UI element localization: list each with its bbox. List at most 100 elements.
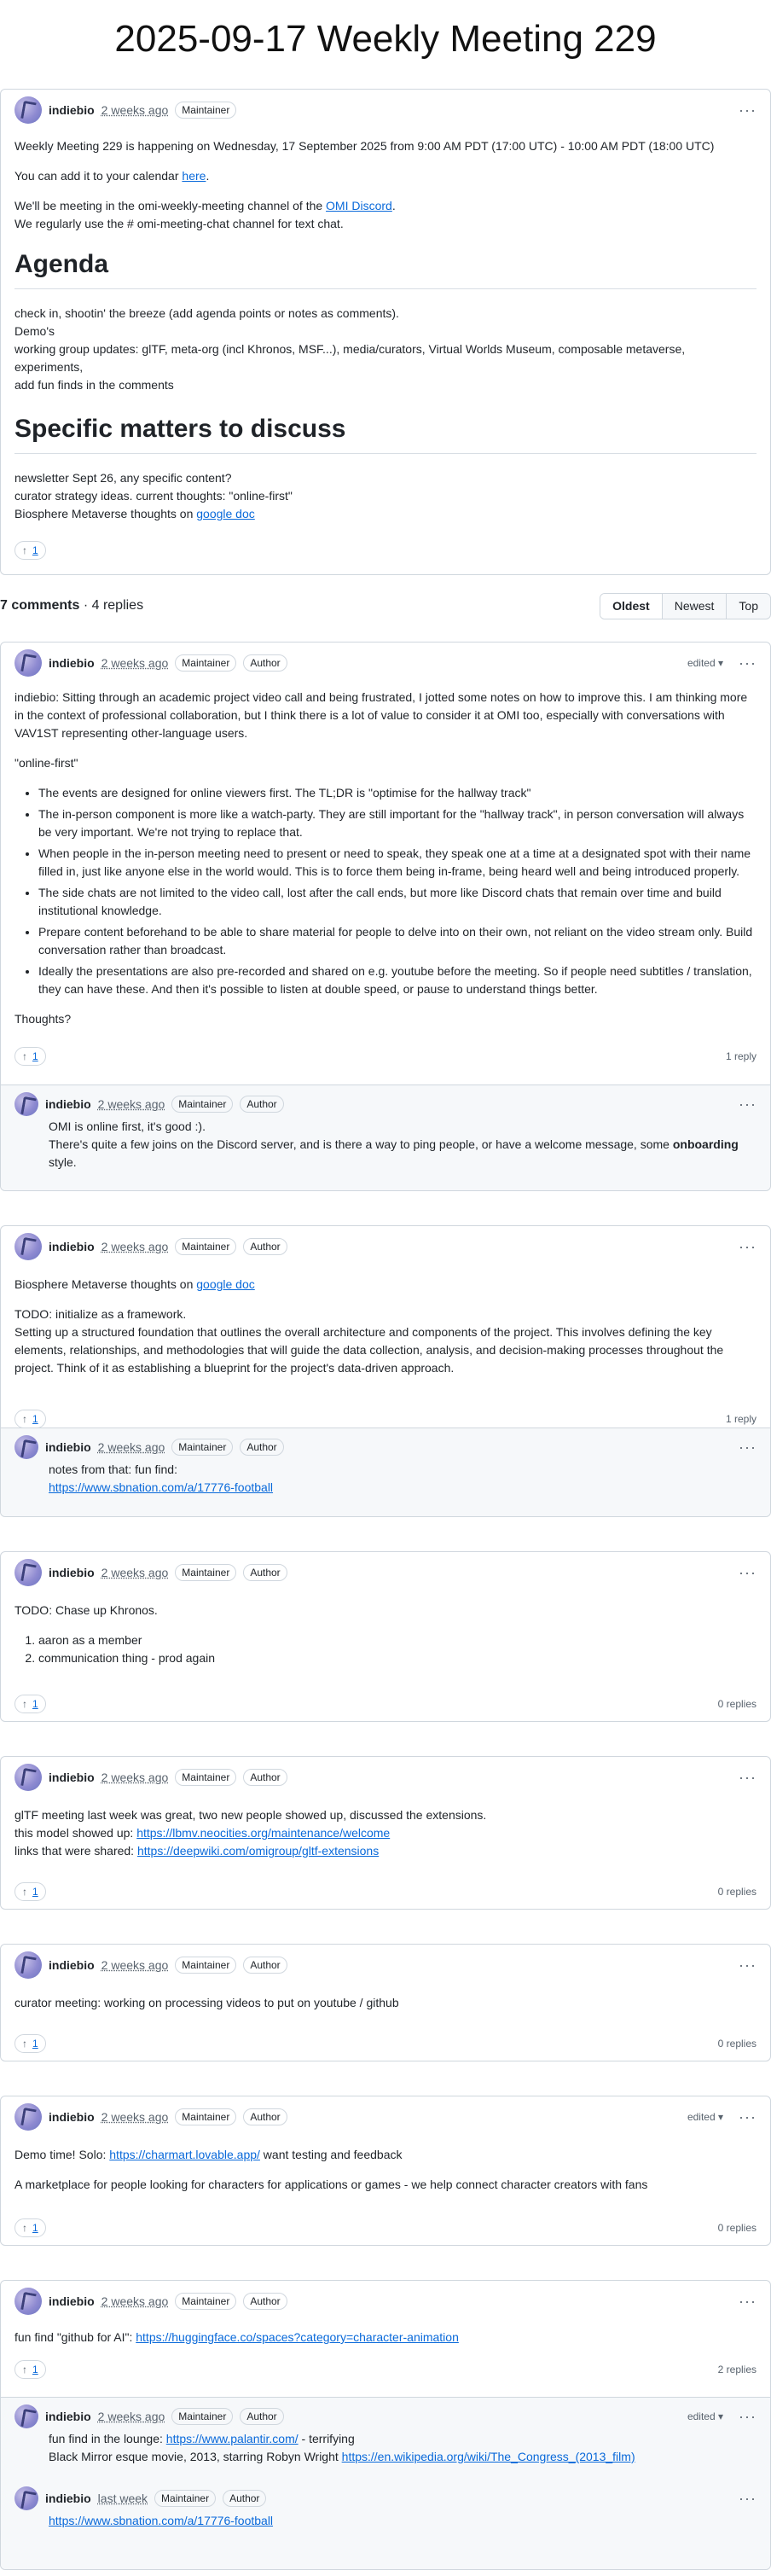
comments-header: 7 comments · 4 replies Oldest Newest Top [0,589,771,623]
timestamp-link[interactable]: 2 weeks ago [101,2108,169,2126]
reply-count: · 4 replies [79,598,144,613]
author-name[interactable]: indiebio [45,1096,91,1114]
timestamp-link[interactable]: 2 weeks ago [101,1238,169,1256]
agenda-list: check in, shootin' the breeze (add agend… [14,305,757,394]
author-name[interactable]: indiebio [45,2490,91,2508]
author-name[interactable]: indiebio [49,1769,95,1787]
charmart-link[interactable]: https://charmart.lovable.app/ [109,2148,260,2161]
author-badge: Author [243,1769,287,1786]
upvote-button[interactable]: ↑ 1 [14,1882,46,1901]
avatar[interactable] [14,649,42,677]
timestamp-link[interactable]: 2 weeks ago [98,1439,165,1457]
more-options-icon[interactable]: ··· [739,1766,757,1789]
avatar[interactable] [14,1764,42,1791]
edited-dropdown[interactable]: edited ▾ [687,655,723,671]
timestamp-link[interactable]: 2 weeks ago [101,102,169,119]
arrow-up-icon: ↑ [22,1698,27,1710]
author-name[interactable]: indiebio [49,1957,95,1974]
more-options-icon[interactable]: ··· [739,2290,757,2313]
google-doc-link[interactable]: google doc [196,1277,255,1291]
sbnation-link[interactable]: https://www.sbnation.com/a/17776-footbal… [49,1480,273,1494]
timestamp-link[interactable]: 2 weeks ago [101,1769,169,1787]
comment-text: TODO: Chase up Khronos. [14,1603,158,1617]
calendar-link[interactable]: here [182,169,206,183]
more-options-icon[interactable]: ··· [739,99,757,122]
sort-top[interactable]: Top [726,593,770,619]
palantir-link[interactable]: https://www.palantir.com/ [166,2432,299,2445]
comment: indiebio 2 weeks ago Maintainer Author ·… [0,1944,771,2061]
more-options-icon[interactable]: ··· [739,1093,757,1116]
bullet-list: The events are designed for online viewe… [14,784,757,998]
author-name[interactable]: indiebio [49,102,95,119]
more-options-icon[interactable]: ··· [739,1236,757,1259]
upvote-button[interactable]: ↑ 1 [14,1047,46,1066]
timestamp-link[interactable]: 2 weeks ago [98,1096,165,1114]
upvote-button[interactable]: ↑ 1 [14,2034,46,2053]
reply-count: 0 replies [717,1698,757,1710]
avatar[interactable] [14,1233,42,1260]
avatar[interactable] [14,2288,42,2315]
maintainer-badge: Maintainer [175,2108,237,2125]
arrow-up-icon: ↑ [22,544,27,556]
reply-text: notes from that: fun find: https://www.s… [49,1462,274,1494]
avatar[interactable] [14,96,42,124]
avatar[interactable] [14,2404,38,2428]
agenda-heading: Agenda [14,245,757,289]
huggingface-link[interactable]: https://huggingface.co/spaces?category=c… [136,2330,459,2344]
wikipedia-link[interactable]: https://en.wikipedia.org/wiki/The_Congre… [342,2450,635,2463]
timestamp-link[interactable]: 2 weeks ago [98,2408,165,2426]
avatar[interactable] [14,2486,38,2510]
lbmv-link[interactable]: https://lbmv.neocities.org/maintenance/w… [136,1826,390,1840]
replies: indiebio 2 weeks ago Maintainer Author ·… [1,1084,770,1190]
avatar[interactable] [14,1951,42,1979]
list-item: Prepare content beforehand to be able to… [38,923,757,959]
arrow-up-icon: ↑ [22,1050,27,1062]
sbnation-link[interactable]: https://www.sbnation.com/a/17776-footbal… [49,2514,273,2527]
deepwiki-link[interactable]: https://deepwiki.com/omigroup/gltf-exten… [137,1844,379,1858]
upvote-button[interactable]: ↑ 1 [14,2218,46,2237]
author-badge: Author [243,2293,287,2310]
upvote-button[interactable]: ↑ 1 [14,1410,46,1428]
comment-text: A marketplace for people looking for cha… [14,2178,648,2191]
avatar[interactable] [14,2103,42,2131]
sort-oldest[interactable]: Oldest [600,593,662,619]
more-options-icon[interactable]: ··· [739,2106,757,2129]
more-options-icon[interactable]: ··· [739,2487,757,2510]
avatar[interactable] [14,1559,42,1586]
author-name[interactable]: indiebio [45,2408,91,2426]
edited-dropdown[interactable]: edited ▾ [687,2109,723,2125]
arrow-up-icon: ↑ [22,2364,27,2375]
google-doc-link[interactable]: google doc [196,507,255,520]
upvote-button[interactable]: ↑ 1 [14,1695,46,1713]
comment: indiebio 2 weeks ago Maintainer Author e… [0,642,771,1191]
author-name[interactable]: indiebio [49,2108,95,2126]
maintainer-badge: Maintainer [175,1238,237,1255]
timestamp-link[interactable]: 2 weeks ago [101,1564,169,1582]
omi-discord-link[interactable]: OMI Discord [326,199,392,212]
timestamp-link[interactable]: last week [98,2490,148,2508]
avatar[interactable] [14,1092,38,1116]
comment-text: TODO: initialize as a framework. Setting… [14,1307,724,1375]
more-options-icon[interactable]: ··· [739,652,757,675]
author-name[interactable]: indiebio [45,1439,91,1457]
more-options-icon[interactable]: ··· [739,1436,757,1459]
edited-dropdown[interactable]: edited ▾ [687,2409,723,2424]
upvote-button[interactable]: ↑ 1 [14,2360,46,2379]
more-options-icon[interactable]: ··· [739,1561,757,1585]
author-name[interactable]: indiebio [49,654,95,672]
maintainer-badge: Maintainer [154,2490,217,2507]
timestamp-link[interactable]: 2 weeks ago [101,1957,169,1974]
author-name[interactable]: indiebio [49,2293,95,2311]
timestamp-link[interactable]: 2 weeks ago [101,654,169,672]
author-name[interactable]: indiebio [49,1238,95,1256]
timestamp-link[interactable]: 2 weeks ago [101,2293,169,2311]
avatar[interactable] [14,1435,38,1459]
comment-text: Thoughts? [14,1012,72,1026]
author-name[interactable]: indiebio [49,1564,95,1582]
maintainer-badge: Maintainer [171,1096,234,1113]
sort-newest[interactable]: Newest [661,593,727,619]
maintainer-badge: Maintainer [175,654,237,672]
more-options-icon[interactable]: ··· [739,2405,757,2428]
upvote-button[interactable]: ↑ 1 [14,541,46,560]
more-options-icon[interactable]: ··· [739,1954,757,1977]
